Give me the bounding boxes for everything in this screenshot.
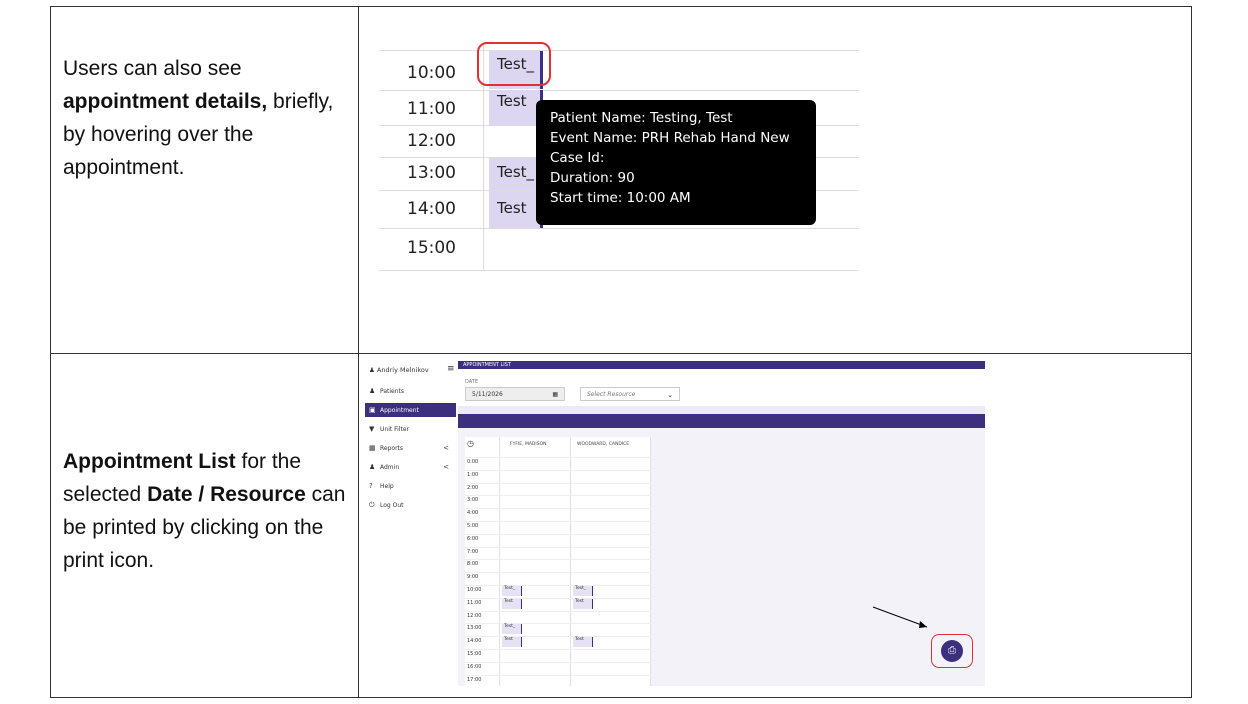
appointment-block[interactable]: Test bbox=[489, 90, 543, 126]
schedule-row-line bbox=[465, 636, 651, 638]
schedule-time-label: 3:00 bbox=[467, 497, 479, 504]
user-icon: ♟ bbox=[369, 366, 375, 374]
schedule-time-label: 1:00 bbox=[467, 471, 479, 478]
pointer-arrow bbox=[872, 606, 928, 628]
schedule-time-label: 8:00 bbox=[467, 561, 479, 568]
schedule-row-line bbox=[465, 610, 651, 612]
schedule-time-label: 2:00 bbox=[467, 484, 479, 491]
appointment-tooltip: Patient Name: Testing, Test Event Name: … bbox=[536, 100, 816, 225]
schedule-time-label: 4:00 bbox=[467, 510, 479, 517]
app-screenshot: ♟ Andriy Melnikov ≡ ♟ Patients ▣ Appointme… bbox=[365, 361, 985, 686]
schedule-time-label: 12:00 bbox=[467, 612, 482, 619]
schedule-row-line bbox=[465, 482, 651, 484]
page-title: APPOINTMENT LIST bbox=[458, 361, 985, 369]
schedule-time-label: 0:00 bbox=[467, 459, 479, 465]
sidebar-item-unit-filter[interactable]: ▼ Unit Filter bbox=[369, 422, 457, 436]
schedule-time-label: 7:00 bbox=[467, 548, 479, 555]
chevron-left-icon: < bbox=[443, 463, 449, 471]
text-cell-2: Appointment List for the selected Date /… bbox=[50, 353, 359, 698]
schedule-header-band bbox=[458, 414, 985, 428]
sidebar-item-help[interactable]: ? Help bbox=[369, 479, 457, 493]
schedule-row-line bbox=[465, 623, 651, 625]
report-icon: ▦ bbox=[369, 444, 376, 452]
schedule-row-line bbox=[465, 533, 651, 535]
hamburger-icon[interactable]: ≡ bbox=[447, 364, 455, 374]
schedule-row-line bbox=[465, 585, 651, 586]
image-cell-1: 10:00 11:00 12:00 13:00 14:00 15:00 Test… bbox=[358, 6, 1192, 354]
sidebar-item-logout[interactable]: ⏻ Log Out bbox=[369, 498, 457, 512]
time-label: 12:00 bbox=[407, 131, 456, 151]
schedule-grid: ◷ FYFIE, MADISON WOODWARD, CANDICE 0:00 1… bbox=[465, 437, 651, 686]
print-icon: ⎙ bbox=[948, 645, 956, 656]
schedule-row-line bbox=[465, 559, 651, 561]
schedule-row-line bbox=[465, 457, 651, 458]
chevron-left-icon: < bbox=[443, 444, 449, 452]
schedule-row-line bbox=[465, 508, 651, 510]
schedule-time-label: 5:00 bbox=[467, 523, 479, 529]
schedule-appointment[interactable]: Test_ bbox=[502, 624, 522, 635]
power-icon: ⏻ bbox=[369, 501, 375, 509]
chevron-down-icon: ⌄ bbox=[667, 391, 673, 399]
filter-icon: ▼ bbox=[369, 425, 375, 433]
schedule-time-label: 10:00 bbox=[467, 587, 482, 593]
schedule-time-label: 9:00 bbox=[467, 574, 479, 581]
schedule-row-line bbox=[465, 521, 651, 522]
resource-column-header: WOODWARD, CANDICE bbox=[577, 442, 630, 447]
schedule-time-label: 6:00 bbox=[467, 535, 479, 542]
sidebar: ♟ Andriy Melnikov ≡ ♟ Patients ▣ Appointme… bbox=[365, 361, 458, 686]
time-label: 10:00 bbox=[407, 63, 456, 83]
schedule-appointment[interactable]: Test_ bbox=[502, 586, 522, 596]
sidebar-item-appointment[interactable]: ▣ Appointment bbox=[365, 403, 456, 417]
schedule-time-label: 13:00 bbox=[467, 625, 482, 632]
time-label: 11:00 bbox=[407, 99, 456, 119]
question-icon: ? bbox=[369, 482, 373, 490]
time-label: 14:00 bbox=[407, 199, 456, 219]
image-cell-2: ♟ Andriy Melnikov ≡ ♟ Patients ▣ Appointme… bbox=[358, 353, 1192, 698]
text-cell-1: Users can also see appointment details, … bbox=[50, 6, 359, 354]
calendar-icon: ▣ bbox=[369, 406, 376, 414]
schedule-time-label: 17:00 bbox=[467, 676, 482, 683]
schedule-time-label: 11:00 bbox=[467, 599, 482, 606]
schedule-row-line bbox=[465, 546, 651, 548]
sidebar-item-admin[interactable]: ♟ Admin < bbox=[369, 460, 457, 474]
schedule-row-line bbox=[465, 661, 651, 663]
time-label: 13:00 bbox=[407, 163, 456, 183]
schedule-row-line bbox=[465, 495, 651, 497]
print-button[interactable]: ⎙ bbox=[941, 640, 963, 662]
schedule-time-label: 15:00 bbox=[467, 651, 482, 657]
schedule-row-line bbox=[465, 572, 651, 574]
zoomed-calendar: 10:00 11:00 12:00 13:00 14:00 15:00 Test… bbox=[379, 42, 859, 285]
schedule-row-line bbox=[465, 469, 651, 471]
time-label: 15:00 bbox=[407, 238, 456, 258]
sidebar-item-reports[interactable]: ▦ Reports < bbox=[369, 441, 457, 455]
toolbar-band bbox=[458, 406, 985, 414]
date-input[interactable]: 5/11/2026 ▦ bbox=[465, 387, 565, 401]
user-icon: ♟ bbox=[369, 463, 376, 471]
schedule-row-line bbox=[465, 597, 651, 599]
user-name: ♟ Andriy Melnikov bbox=[369, 366, 429, 374]
appointment-block[interactable]: Test bbox=[489, 191, 543, 228]
schedule-appointment[interactable]: Test bbox=[502, 598, 522, 609]
instruction-text-2: Appointment List for the selected Date /… bbox=[63, 450, 346, 572]
hover-highlight bbox=[477, 42, 551, 86]
document-table: Users can also see appointment details, … bbox=[50, 6, 1192, 698]
schedule-row-line bbox=[465, 674, 651, 676]
sidebar-item-patients[interactable]: ♟ Patients bbox=[369, 384, 457, 398]
clock-icon: ◷ bbox=[467, 439, 474, 448]
schedule-row-line bbox=[465, 649, 651, 650]
schedule-appointment[interactable]: Test bbox=[573, 598, 593, 609]
resource-column-header: FYFIE, MADISON bbox=[510, 442, 547, 447]
schedule-time-label: 16:00 bbox=[467, 663, 482, 670]
users-icon: ♟ bbox=[369, 387, 376, 395]
schedule-appointment[interactable]: Test bbox=[502, 637, 522, 648]
schedule-appointment[interactable]: Test bbox=[573, 637, 593, 648]
calendar-icon[interactable]: ▦ bbox=[552, 388, 558, 402]
date-label: DATE bbox=[465, 379, 479, 385]
resource-select[interactable]: Select Resource ⌄ bbox=[580, 387, 680, 401]
schedule-appointment[interactable]: Test_ bbox=[573, 586, 593, 596]
instruction-text-1: Users can also see appointment details, … bbox=[63, 57, 334, 179]
schedule-time-label: 14:00 bbox=[467, 638, 482, 645]
appointment-block[interactable]: Test_ bbox=[489, 158, 543, 190]
